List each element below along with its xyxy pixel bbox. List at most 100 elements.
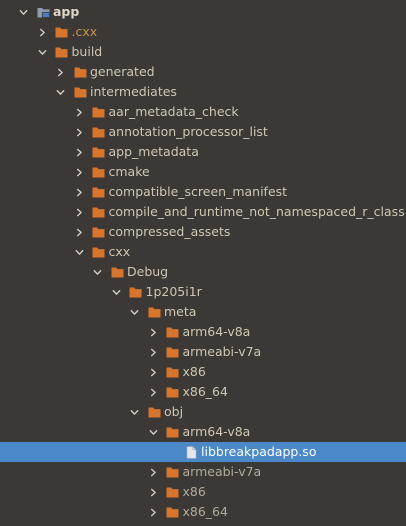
project-tree: app .cxx build generated intermediates aar_me… bbox=[0, 0, 406, 526]
tree-row-build[interactable]: build bbox=[0, 42, 406, 62]
tree-row-obj[interactable]: obj bbox=[0, 402, 406, 422]
chevron-down-icon[interactable] bbox=[91, 262, 105, 282]
chevron-right-icon[interactable] bbox=[72, 142, 86, 162]
folder-icon bbox=[92, 165, 106, 179]
chevron-right-icon[interactable] bbox=[35, 22, 49, 42]
tree-row-meta[interactable]: meta bbox=[0, 302, 406, 322]
tree-item-label: x86 bbox=[182, 484, 206, 499]
tree-row-meta-x86[interactable]: x86 bbox=[0, 362, 406, 382]
tree-item-label: x86 bbox=[182, 364, 206, 379]
tree-row-libbreakpadapp-so[interactable]: libbreakpadapp.so bbox=[0, 442, 406, 462]
tree-item-label: intermediates bbox=[90, 84, 177, 99]
folder-icon bbox=[92, 245, 106, 259]
tree-row-cxx[interactable]: cxx bbox=[0, 242, 406, 262]
chevron-right-icon[interactable] bbox=[54, 62, 68, 82]
folder-icon bbox=[55, 45, 69, 59]
chevron-right-icon[interactable] bbox=[72, 162, 86, 182]
tree-item-label: arm64-v8a bbox=[182, 324, 251, 339]
folder-icon bbox=[110, 265, 124, 279]
chevron-right-icon[interactable] bbox=[146, 462, 160, 482]
tree-item-label: armeabi-v7a bbox=[182, 464, 262, 479]
chevron-right-icon[interactable] bbox=[146, 322, 160, 342]
tree-item-label: .cxx bbox=[71, 24, 98, 39]
module-folder-icon bbox=[36, 5, 50, 19]
tree-row-cmake[interactable]: cmake bbox=[0, 162, 406, 182]
tree-row-meta-armeabi-v7a[interactable]: armeabi-v7a bbox=[0, 342, 406, 362]
tree-row-obj-x86-64[interactable]: x86_64 bbox=[0, 502, 406, 522]
tree-item-label: obj bbox=[164, 404, 184, 419]
tree-item-label: generated bbox=[90, 64, 155, 79]
folder-icon bbox=[55, 25, 69, 39]
folder-icon bbox=[73, 85, 87, 99]
folder-icon bbox=[166, 425, 180, 439]
tree-row-obj-arm64-v8a[interactable]: arm64-v8a bbox=[0, 422, 406, 442]
tree-row-obj-x86[interactable]: x86 bbox=[0, 482, 406, 502]
tree-row-intermediates[interactable]: intermediates bbox=[0, 82, 406, 102]
chevron-down-icon[interactable] bbox=[72, 242, 86, 262]
chevron-down-icon[interactable] bbox=[128, 402, 142, 422]
tree-item-label: x86_64 bbox=[182, 504, 228, 519]
folder-icon bbox=[92, 185, 106, 199]
tree-item-label: meta bbox=[164, 304, 197, 319]
chevron-right-icon[interactable] bbox=[72, 182, 86, 202]
chevron-down-icon[interactable] bbox=[146, 422, 160, 442]
tree-row-app-metadata[interactable]: app_metadata bbox=[0, 142, 406, 162]
chevron-right-icon[interactable] bbox=[146, 502, 160, 522]
chevron-down-icon[interactable] bbox=[54, 82, 68, 102]
tree-item-label: x86_64 bbox=[182, 384, 228, 399]
tree-row-debug[interactable]: Debug bbox=[0, 262, 406, 282]
tree-item-label: app bbox=[53, 4, 80, 19]
tree-row-aar-metadata-check[interactable]: aar_metadata_check bbox=[0, 102, 406, 122]
folder-icon bbox=[166, 345, 180, 359]
chevron-right-icon[interactable] bbox=[146, 362, 160, 382]
folder-icon bbox=[129, 285, 143, 299]
tree-item-label: aar_metadata_check bbox=[108, 104, 239, 119]
folder-icon bbox=[166, 385, 180, 399]
tree-item-label: compile_and_runtime_not_namespaced_r_cla… bbox=[108, 204, 405, 219]
tree-item-label: annotation_processor_list bbox=[108, 124, 268, 139]
tree-item-label: cmake bbox=[108, 164, 150, 179]
tree-row-annotation-processor-list[interactable]: annotation_processor_list bbox=[0, 122, 406, 142]
folder-icon bbox=[166, 485, 180, 499]
chevron-right-icon[interactable] bbox=[72, 202, 86, 222]
chevron-right-icon[interactable] bbox=[146, 382, 160, 402]
tree-row-obj-armeabi-v7a[interactable]: armeabi-v7a bbox=[0, 462, 406, 482]
folder-icon bbox=[166, 365, 180, 379]
folder-icon bbox=[166, 465, 180, 479]
folder-icon bbox=[92, 145, 106, 159]
folder-icon bbox=[92, 225, 106, 239]
tree-item-label: libbreakpadapp.so bbox=[201, 444, 317, 459]
folder-icon bbox=[92, 105, 106, 119]
tree-row-generated[interactable]: generated bbox=[0, 62, 406, 82]
tree-row-app[interactable]: app bbox=[0, 2, 406, 22]
file-icon bbox=[184, 445, 198, 459]
folder-icon bbox=[73, 65, 87, 79]
folder-icon bbox=[166, 505, 180, 519]
chevron-right-icon[interactable] bbox=[72, 222, 86, 242]
folder-icon bbox=[92, 125, 106, 139]
folder-icon bbox=[92, 205, 106, 219]
chevron-right-icon[interactable] bbox=[72, 102, 86, 122]
tree-item-label: armeabi-v7a bbox=[182, 344, 262, 359]
chevron-right-icon[interactable] bbox=[72, 122, 86, 142]
chevron-down-icon[interactable] bbox=[35, 42, 49, 62]
chevron-right-icon[interactable] bbox=[146, 342, 160, 362]
tree-row-cxx-root[interactable]: .cxx bbox=[0, 22, 406, 42]
tree-row-meta-arm64-v8a[interactable]: arm64-v8a bbox=[0, 322, 406, 342]
tree-item-label: compressed_assets bbox=[108, 224, 231, 239]
tree-item-label: build bbox=[71, 44, 103, 59]
chevron-right-icon[interactable] bbox=[146, 482, 160, 502]
tree-row-meta-x86-64[interactable]: x86_64 bbox=[0, 382, 406, 402]
folder-icon bbox=[147, 405, 161, 419]
chevron-down-icon[interactable] bbox=[17, 2, 31, 22]
tree-row-compressed-assets[interactable]: compressed_assets bbox=[0, 222, 406, 242]
tree-row-1p205i1r[interactable]: 1p205i1r bbox=[0, 282, 406, 302]
folder-icon bbox=[166, 325, 180, 339]
tree-item-label: arm64-v8a bbox=[182, 424, 251, 439]
chevron-down-icon[interactable] bbox=[109, 282, 123, 302]
chevron-down-icon[interactable] bbox=[128, 302, 142, 322]
tree-item-label: app_metadata bbox=[108, 144, 199, 159]
tree-row-compile-and-runtime-not-namespaced-r-class[interactable]: compile_and_runtime_not_namespaced_r_cla… bbox=[0, 202, 406, 222]
tree-row-compatible-screen-manifest[interactable]: compatible_screen_manifest bbox=[0, 182, 406, 202]
tree-item-label: Debug bbox=[127, 264, 169, 279]
